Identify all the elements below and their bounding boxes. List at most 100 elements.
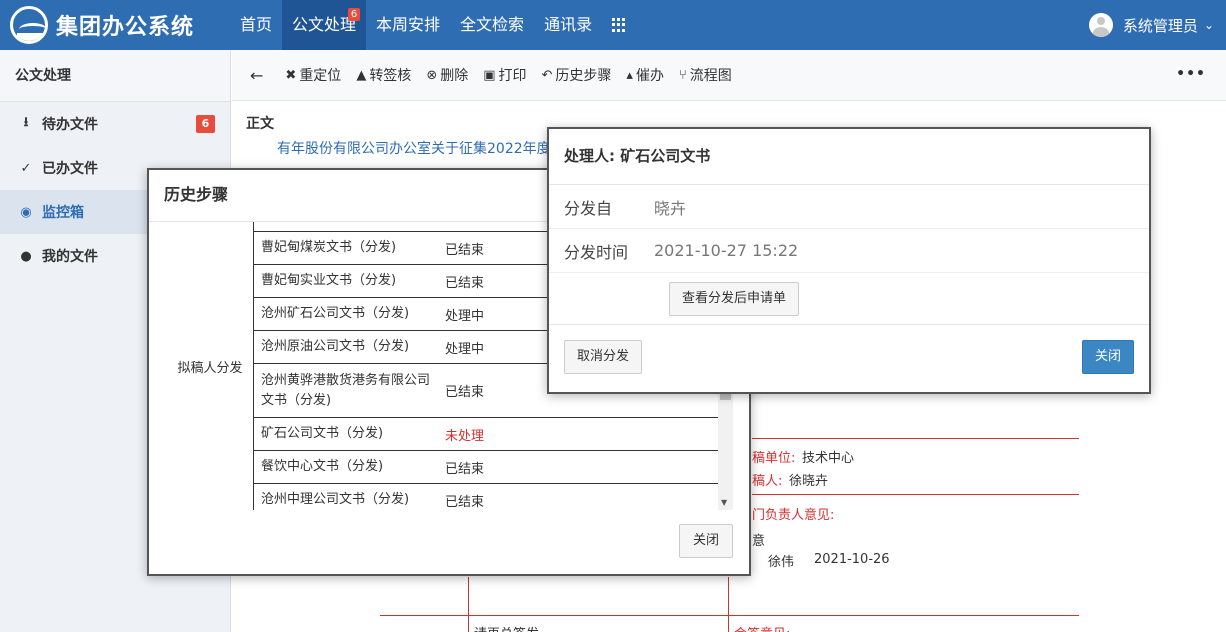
- back-arrow-icon[interactable]: ←: [250, 66, 263, 85]
- nav-contacts[interactable]: 通讯录: [534, 0, 602, 50]
- inbox-icon: ⭳: [23, 115, 29, 130]
- row-status-alert: 未处理: [445, 428, 485, 444]
- urge-button[interactable]: ▴ 催办: [626, 65, 664, 85]
- toolbar-label: 重定位: [299, 68, 342, 84]
- nav-weekly-schedule[interactable]: 本周安排: [366, 0, 450, 50]
- print-button[interactable]: ▣ 打印: [483, 65, 526, 85]
- nav-label: 公文处理: [292, 15, 357, 34]
- flow-icon: ⑂: [678, 67, 687, 83]
- opinion-value: 意: [752, 534, 766, 549]
- row-status: 已结束: [445, 494, 485, 510]
- distributed-time-row: 分发时间 2021-10-27 15:22: [549, 229, 1149, 273]
- nav-label: 首页: [240, 15, 273, 34]
- form-divider: [752, 438, 1079, 439]
- nav-label: 全文检索: [460, 15, 525, 34]
- bell-icon: ▴: [626, 67, 633, 83]
- row-status: 已结束: [445, 385, 485, 400]
- delete-icon: ⊗: [426, 67, 438, 83]
- check-icon: ✓: [20, 160, 32, 176]
- user-icon: ●: [20, 248, 32, 264]
- logo-icon: [10, 6, 48, 44]
- row-name: 餐饮中心文书（分发): [261, 459, 384, 474]
- document-title-link[interactable]: 有年股份有限公司办公室关于征集2022年度: [277, 138, 551, 158]
- dept-opinion-label: 门负责人意见:: [752, 508, 835, 523]
- toolbar-label: 删除: [440, 68, 469, 84]
- brand-name: 集团办公系统: [56, 15, 195, 40]
- drafter-label: 稿人:: [752, 474, 783, 489]
- sidebar-title: 公文处理: [0, 50, 230, 102]
- row-status: 处理中: [445, 308, 485, 324]
- table-row: 餐饮中心文书（分发) 已结束: [254, 451, 719, 484]
- delete-button[interactable]: ⊗ 删除: [426, 65, 468, 85]
- avatar: [1088, 13, 1113, 37]
- row-status: 处理中: [445, 341, 485, 357]
- action-toolbar: ← ✖ 重定位 ▲ 转签核 ⊗ 删除 ▣ 打印 ↶ 历史步骤 ▴ 催办 ⑂ 流程图 •••: [232, 50, 1226, 101]
- sidebar-item-todo[interactable]: ⭳ 待办文件 6: [0, 102, 230, 146]
- form-divider: [728, 577, 729, 632]
- field-label: 分发自: [564, 198, 613, 218]
- bottom-left-text: 请再总签发: [474, 623, 539, 632]
- scroll-down-icon[interactable]: ▼: [721, 498, 727, 507]
- user-menu[interactable]: 系统管理员 ⌄: [1088, 0, 1214, 50]
- toolbar-label: 转签核: [369, 68, 412, 84]
- sidebar-item-label: 待办文件: [42, 117, 98, 133]
- sidebar-item-label: 监控箱: [42, 205, 84, 221]
- sidebar-item-label: 已办文件: [42, 161, 98, 177]
- flowchart-button[interactable]: ⑂ 流程图: [679, 65, 732, 85]
- view-application-button[interactable]: 查看分发后申请单: [669, 281, 800, 316]
- sign-date: 2021-10-26: [814, 552, 890, 567]
- person-icon: ▲: [356, 67, 367, 83]
- row-name: 沧州中理公司文书（分发): [261, 492, 410, 507]
- countersign-label: 会签意见:: [734, 623, 790, 632]
- form-divider: [380, 615, 1079, 616]
- todo-badge: 6: [196, 115, 215, 133]
- dialog-title: 处理人: 矿石公司文书: [549, 129, 1149, 185]
- toolbar-label: 流程图: [689, 68, 732, 84]
- field-value: 晓卉: [654, 198, 687, 218]
- distributed-from-row: 分发自 晓卉: [549, 185, 1149, 229]
- toolbar-label: 催办: [635, 68, 664, 84]
- nav-fulltext-search[interactable]: 全文检索: [450, 0, 534, 50]
- toolbar-label: 历史步骤: [555, 68, 612, 84]
- history-close-button[interactable]: 关闭: [679, 524, 733, 558]
- row-status: 已结束: [445, 461, 485, 477]
- apps-menu[interactable]: [602, 0, 636, 50]
- table-row: 沧州中理公司文书（分发) 已结束: [254, 484, 719, 510]
- history-icon: ↶: [541, 67, 553, 83]
- sidebar-item-label: 我的文件: [42, 249, 98, 265]
- group-cell: 拟稿人分发: [167, 222, 254, 510]
- row-name: 沧州矿石公司文书（分发): [261, 306, 410, 321]
- brand-logo[interactable]: 集团办公系统: [0, 6, 230, 44]
- row-status: 已结束: [445, 275, 485, 291]
- more-icon[interactable]: •••: [1176, 66, 1206, 82]
- grid-icon: [612, 18, 626, 32]
- chevron-down-icon: ⌄: [1203, 18, 1214, 32]
- form-divider: [752, 494, 1079, 495]
- row-name: 矿石公司文书（分发): [261, 426, 384, 441]
- field-value: 2021-10-27 15:22: [654, 241, 799, 260]
- cancel-distribution-button[interactable]: 取消分发: [564, 340, 643, 374]
- eye-icon: ◉: [20, 204, 32, 220]
- table-row: 矿石公司文书（分发) 未处理: [254, 418, 719, 451]
- nav-badge: 6: [348, 8, 361, 21]
- document-section-label: 正文: [246, 116, 274, 132]
- top-bar: 集团办公系统 首页 公文处理 6 本周安排 全文检索 通讯录 系统管理员 ⌄: [0, 0, 1226, 50]
- row-name: 沧州黄骅港散货港务有限公司文书（分发): [261, 372, 431, 408]
- row-status: 已结束: [445, 242, 485, 258]
- relocate-icon: ✖: [285, 67, 297, 83]
- nav-documents[interactable]: 公文处理 6: [282, 0, 367, 50]
- nav-home[interactable]: 首页: [230, 0, 282, 50]
- signer-name: 徐伟: [768, 555, 795, 570]
- row-name: 曹妃甸煤炭文书（分发): [261, 240, 397, 255]
- main-nav: 首页 公文处理 6 本周安排 全文检索 通讯录: [230, 0, 636, 50]
- print-icon: ▣: [483, 67, 496, 83]
- relocate-button[interactable]: ✖ 重定位: [285, 65, 341, 85]
- drafter-value: 徐晓卉: [789, 474, 829, 489]
- handler-info-dialog: 处理人: 矿石公司文书 分发自 晓卉 分发时间 2021-10-27 15:22…: [547, 127, 1151, 394]
- form-divider: [468, 577, 469, 632]
- history-steps-button[interactable]: ↶ 历史步骤: [542, 65, 612, 85]
- unit-label: 稿单位:: [752, 451, 796, 466]
- user-name: 系统管理员: [1122, 16, 1198, 35]
- handler-close-button[interactable]: 关闭: [1081, 340, 1134, 374]
- transfer-sign-button[interactable]: ▲ 转签核: [356, 65, 411, 85]
